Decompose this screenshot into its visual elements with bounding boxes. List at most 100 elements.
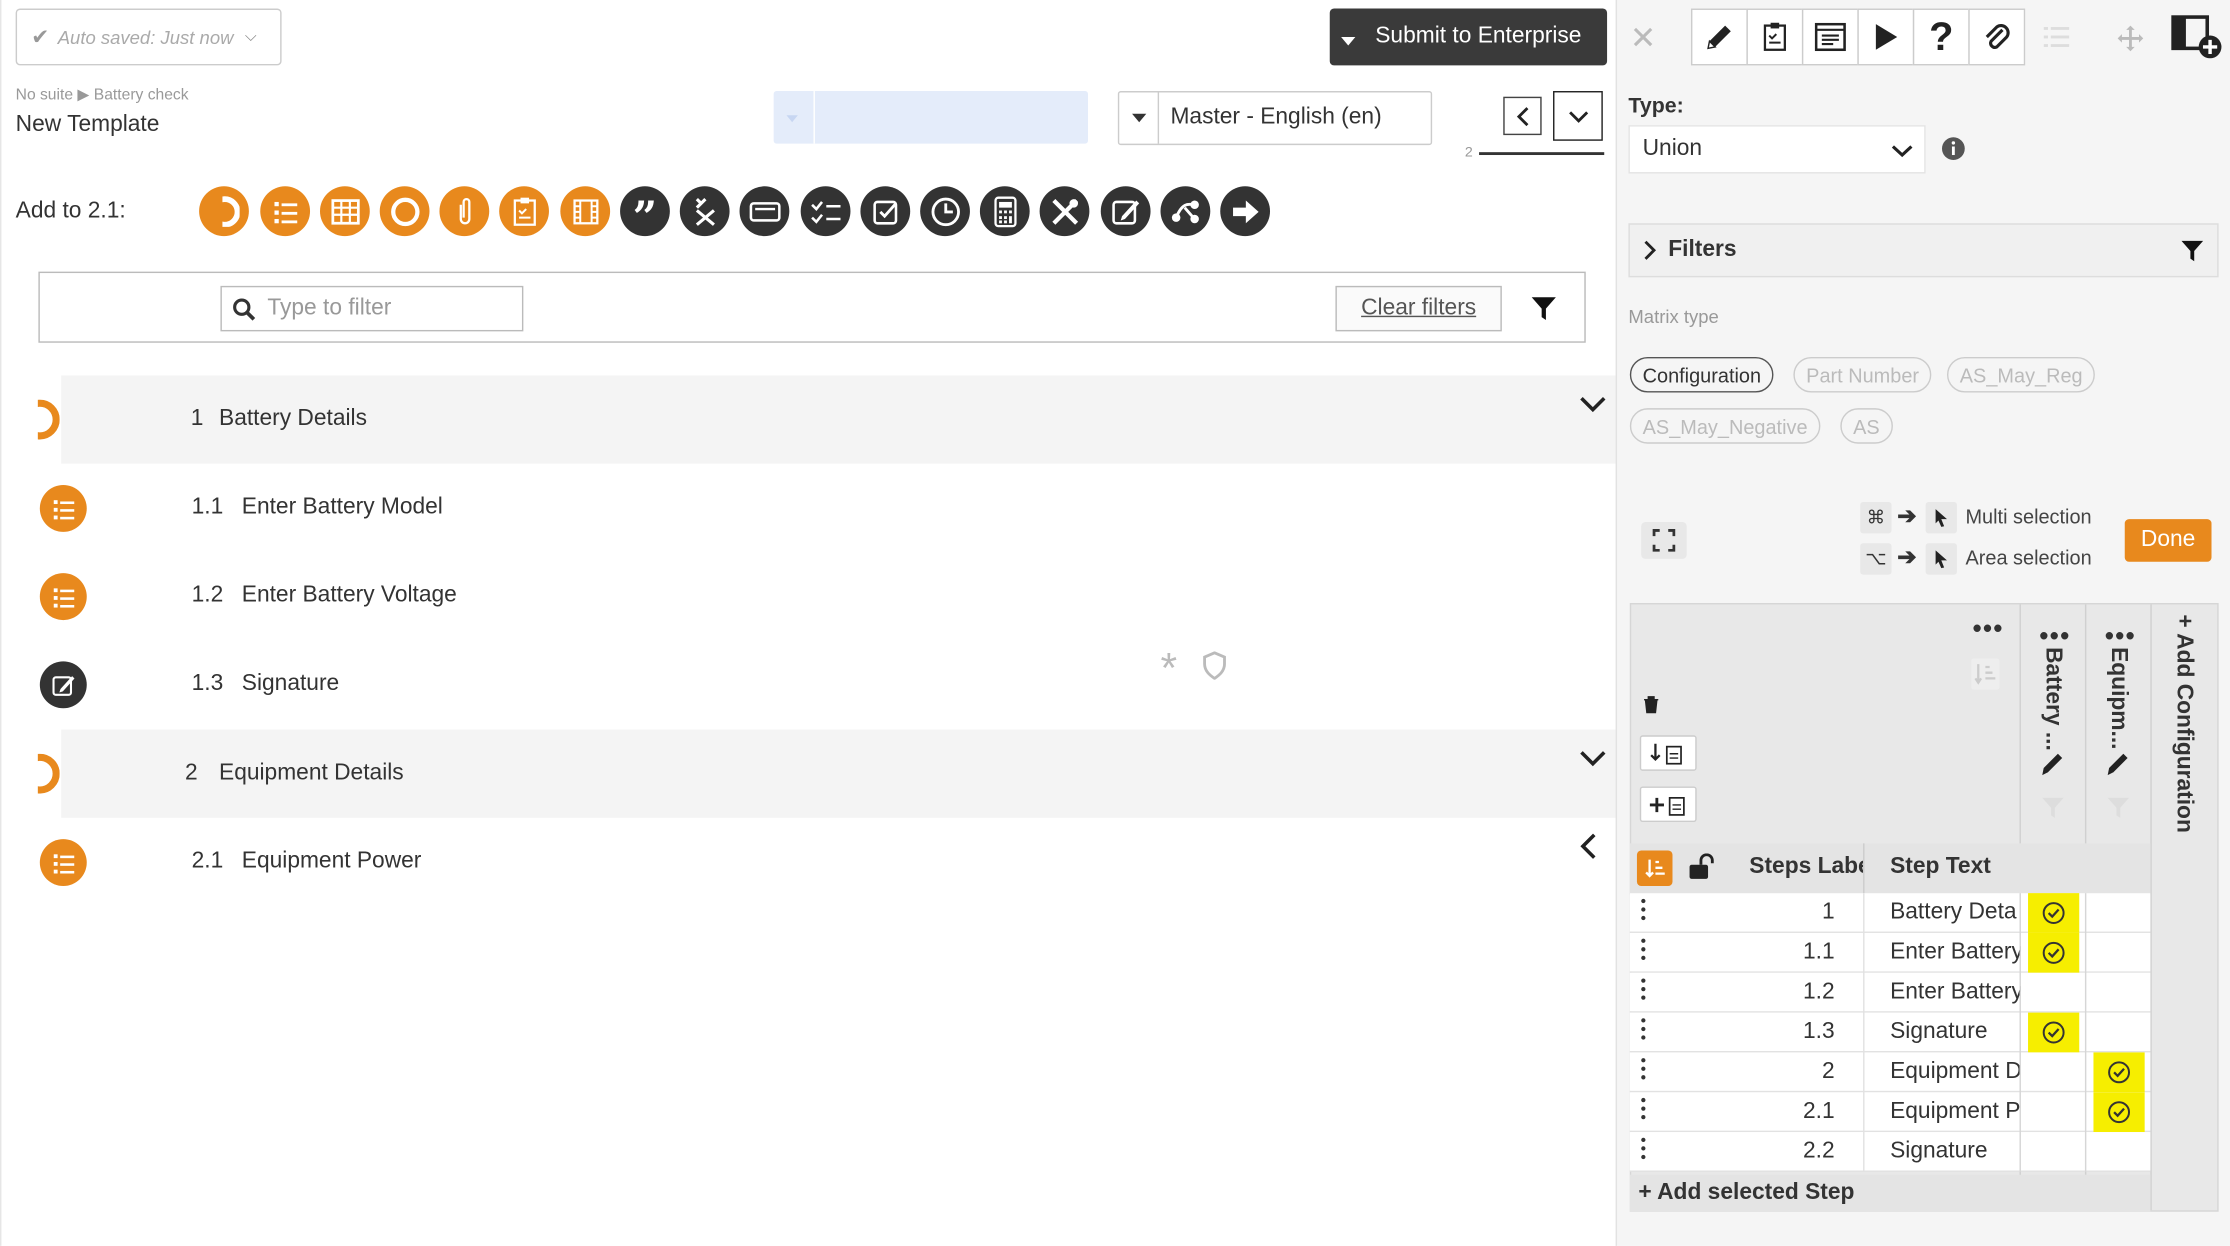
matrix-row[interactable]: 1.3 Signature: [1629, 1012, 2151, 1053]
info-icon[interactable]: [1941, 137, 1965, 161]
unlock-icon[interactable]: [1687, 853, 1715, 881]
step-text[interactable]: Equipment Power: [242, 849, 422, 875]
film-icon[interactable]: [560, 186, 611, 237]
list-icon[interactable]: [39, 839, 87, 887]
list-icon[interactable]: [2043, 26, 2070, 49]
circle-icon[interactable]: [379, 186, 430, 237]
matrix-type-pill[interactable]: AS: [1840, 408, 1893, 444]
play-button[interactable]: [1857, 8, 1915, 66]
move-icon[interactable]: [2116, 24, 2144, 52]
matrix-row[interactable]: 1.2 Enter Battery: [1629, 972, 2151, 1013]
template-button[interactable]: [1801, 8, 1859, 66]
column-header-step-text[interactable]: Step Text: [1890, 855, 1991, 881]
step-row[interactable]: 1.3 Signature *: [61, 640, 1617, 728]
clock-icon[interactable]: [920, 186, 970, 237]
list-icon[interactable]: [39, 484, 87, 532]
step-row[interactable]: 2.1 Equipment Power: [61, 818, 1617, 906]
chevron-left-icon[interactable]: [1580, 832, 1597, 860]
empty-dropdown[interactable]: [773, 91, 1088, 144]
more-icon[interactable]: •••: [1973, 614, 2004, 644]
help-button[interactable]: ?: [1912, 8, 1970, 66]
drag-handle-icon[interactable]: [1641, 1097, 1647, 1124]
checklist-button[interactable]: [1746, 8, 1804, 66]
drag-handle-icon[interactable]: [1641, 1058, 1647, 1084]
sort-button[interactable]: [1636, 850, 1673, 887]
table-icon[interactable]: [319, 186, 370, 237]
pencil-icon[interactable]: [2105, 751, 2131, 779]
filters-accordion[interactable]: Filters: [1628, 223, 2219, 278]
drag-handle-icon[interactable]: [1641, 938, 1647, 965]
edit-icon[interactable]: [39, 661, 87, 709]
matrix-row[interactable]: 1 Battery Deta: [1629, 893, 2151, 933]
search-input[interactable]: Type to filter: [220, 285, 524, 332]
checkbox-icon[interactable]: [860, 186, 911, 237]
pencil-icon[interactable]: [2039, 751, 2065, 779]
calculator-icon[interactable]: [979, 186, 1030, 237]
attachment-button[interactable]: [1968, 8, 2026, 66]
list-icon[interactable]: [39, 573, 87, 621]
filter-icon[interactable]: [2106, 796, 2130, 819]
section-icon[interactable]: [37, 753, 60, 794]
matrix-cell-checked[interactable]: [2028, 932, 2080, 973]
step-row-section[interactable]: 2 Equipment Details: [61, 729, 1618, 818]
matrix-row[interactable]: 2.2 Signature: [1629, 1132, 2151, 1172]
matrix-cell-checked[interactable]: [2093, 1052, 2145, 1093]
breadcrumb-suite[interactable]: No suite: [16, 87, 73, 104]
done-button[interactable]: Done: [2124, 519, 2212, 562]
pencil-button[interactable]: [1690, 8, 1748, 66]
submit-to-enterprise-button[interactable]: Submit to Enterprise: [1329, 8, 1608, 66]
matrix-cell-checked[interactable]: [2028, 893, 2080, 933]
config-column-equipment[interactable]: Equipm...: [2105, 647, 2130, 752]
trash-icon[interactable]: [1643, 695, 1660, 714]
list-icon[interactable]: [260, 186, 311, 237]
cancel-icon[interactable]: [679, 186, 730, 237]
filter-icon[interactable]: [2041, 796, 2065, 819]
matrix-type-pill[interactable]: Part Number: [1793, 356, 1932, 393]
config-column-battery[interactable]: Battery ...: [2039, 647, 2065, 752]
close-icon[interactable]: ✕: [1630, 20, 1656, 57]
matrix-cell-checked[interactable]: [2093, 1092, 2145, 1133]
filter-icon[interactable]: [1530, 296, 1557, 322]
edit-icon[interactable]: [1100, 186, 1151, 237]
drag-handle-icon[interactable]: [1641, 1018, 1647, 1044]
matrix-row[interactable]: 2 Equipment D: [1629, 1052, 2151, 1093]
matrix-type-pill[interactable]: AS_May_Reg: [1946, 356, 2096, 393]
type-select[interactable]: Union: [1628, 125, 1926, 174]
step-text[interactable]: Signature: [242, 671, 339, 697]
step-row-section[interactable]: 1 Battery Details: [61, 375, 1618, 464]
drag-handle-icon[interactable]: [1641, 978, 1647, 1004]
section-icon[interactable]: [199, 186, 249, 237]
arrow-right-icon[interactable]: [1220, 186, 1271, 237]
add-configuration-button[interactable]: + Add Configuration: [2170, 614, 2196, 832]
checked-list-icon[interactable]: [800, 186, 851, 237]
step-text[interactable]: Battery Details: [219, 407, 367, 433]
autosave-status[interactable]: ✔ Auto saved: Just now ⌵: [15, 8, 282, 66]
section-icon[interactable]: [37, 399, 60, 440]
step-row[interactable]: 1.1 Enter Battery Model: [61, 464, 1617, 552]
breadcrumb-item[interactable]: Battery check: [94, 87, 189, 104]
step-text[interactable]: Enter Battery Voltage: [242, 583, 457, 609]
tools-icon[interactable]: [1039, 186, 1090, 237]
add-step-button[interactable]: [1639, 786, 1697, 823]
share-icon[interactable]: [1160, 186, 1211, 237]
column-header-steps-label[interactable]: Steps Labe: [1749, 855, 1863, 881]
input-box-icon[interactable]: [739, 186, 790, 237]
matrix-row[interactable]: 1.1 Enter Battery: [1629, 932, 2151, 973]
drag-handle-icon[interactable]: [1641, 1137, 1647, 1164]
sort-icon[interactable]: [1971, 658, 2000, 690]
drag-handle-icon[interactable]: [1641, 898, 1647, 925]
clear-filters-button[interactable]: Clear filters: [1335, 285, 1502, 332]
add-panel-icon[interactable]: [2170, 14, 2224, 60]
chevron-down-icon[interactable]: [1579, 749, 1607, 767]
matrix-type-pill[interactable]: Configuration: [1629, 356, 1774, 393]
quote-icon[interactable]: ”: [620, 186, 670, 239]
step-text[interactable]: Enter Battery Model: [242, 495, 443, 521]
add-selected-step-button[interactable]: + Add selected Step: [1629, 1174, 2151, 1212]
step-row[interactable]: 1.2 Enter Battery Voltage: [61, 552, 1617, 640]
matrix-cell-checked[interactable]: [2028, 1012, 2080, 1053]
prev-page-button[interactable]: [1503, 96, 1542, 136]
chevron-down-icon[interactable]: [1579, 395, 1607, 413]
template-name[interactable]: New Template: [16, 112, 160, 138]
matrix-type-pill[interactable]: AS_May_Negative: [1629, 408, 1821, 444]
fullscreen-button[interactable]: [1641, 521, 1687, 559]
